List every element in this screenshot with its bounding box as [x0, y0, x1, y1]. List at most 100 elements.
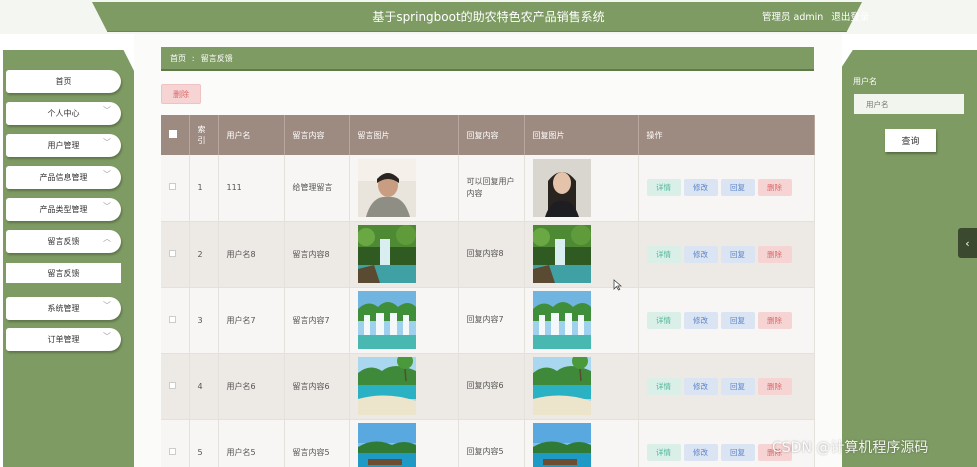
table-header-row: 索 引 用户名 留言内容 留言图片 回复内容 回复图片 操作: [161, 115, 815, 155]
cell-actions: 详情 修改 回复 删除: [638, 353, 815, 420]
reply-image[interactable]: [532, 291, 638, 349]
sidebar-item-label: 首页: [55, 77, 72, 86]
cell-message-image: [349, 353, 459, 420]
delete-button[interactable]: 删除: [757, 311, 792, 329]
sidebar-item-label: 留言反馈: [47, 237, 80, 246]
edit-button[interactable]: 修改: [683, 311, 718, 329]
row-checkbox[interactable]: [169, 183, 176, 191]
row-select-cell[interactable]: [161, 353, 190, 420]
breadcrumb-home[interactable]: 首页: [170, 53, 186, 64]
sidebar-item-label: 系统管理: [47, 304, 80, 313]
row-select-cell[interactable]: [161, 287, 190, 354]
breadcrumb: 首页 ː 留言反馈: [161, 47, 814, 71]
cell-actions: 详情 修改 回复 删除: [638, 287, 815, 354]
row-select-cell[interactable]: [161, 221, 190, 288]
cell-index: 5: [189, 419, 219, 467]
col-header-reply: 回复内容: [458, 115, 525, 155]
cell-message: 留言内容8: [284, 221, 350, 288]
sidebar-item-users[interactable]: 用户管理 ﹀: [6, 134, 121, 157]
col-header-index: 索 引: [189, 115, 219, 155]
edit-button[interactable]: 修改: [683, 245, 718, 263]
message-image[interactable]: [357, 225, 458, 283]
sidebar-item-label: 产品信息管理: [39, 173, 88, 182]
detail-button[interactable]: 详情: [646, 245, 681, 263]
reply-button[interactable]: 回复: [720, 377, 755, 395]
reply-image[interactable]: [532, 225, 638, 283]
edit-button[interactable]: 修改: [683, 377, 718, 395]
row-checkbox[interactable]: [169, 447, 176, 455]
cell-username: 111: [218, 155, 285, 222]
chevron-down-icon: ﹀: [103, 106, 111, 115]
reply-button[interactable]: 回复: [720, 179, 755, 197]
table-row: 4 用户名6 留言内容6 回复内容6 详情 修改 回复 删除: [161, 353, 815, 420]
cell-username: 用户名8: [218, 221, 285, 288]
reply-button[interactable]: 回复: [720, 443, 755, 461]
search-button[interactable]: 查询: [885, 129, 936, 152]
reply-image[interactable]: [532, 158, 638, 217]
sidebar-item-products[interactable]: 产品信息管理 ﹀: [6, 166, 121, 189]
edit-button[interactable]: 修改: [683, 179, 718, 197]
chevron-down-icon: ﹀: [103, 301, 111, 310]
reply-button[interactable]: 回复: [720, 245, 755, 263]
cell-username: 用户名6: [218, 353, 285, 420]
message-image[interactable]: [357, 357, 458, 415]
admin-info: 管理员 admin 退出登录: [762, 9, 874, 23]
sidebar-item-orders[interactable]: 订单管理 ﹀: [6, 328, 121, 351]
delete-button[interactable]: 删除: [757, 377, 792, 395]
sidebar-item-home[interactable]: 首页: [6, 70, 121, 93]
detail-button[interactable]: 详情: [646, 443, 681, 461]
cell-message: 给管理留言: [284, 155, 350, 222]
cell-message-image: [349, 287, 459, 354]
sidebar-item-profile[interactable]: 个人中心 ﹀: [6, 102, 121, 125]
sidebar-subitem-feedback[interactable]: 留言反馈: [6, 263, 121, 283]
col-header-username: 用户名: [218, 115, 285, 155]
search-label: 用户名: [853, 77, 877, 86]
watermark: CSDN @计算机程序源码: [772, 440, 929, 456]
delete-button[interactable]: 删除: [757, 245, 792, 263]
chevron-down-icon: ﹀: [103, 138, 111, 147]
sidebar-item-system[interactable]: 系统管理 ﹀: [6, 297, 121, 320]
cell-message: 留言内容7: [284, 287, 350, 354]
table-row: 5 用户名5 留言内容5 回复内容5 详情 修改 回复 删除: [161, 419, 815, 467]
reply-button[interactable]: 回复: [720, 311, 755, 329]
sidebar-subitem-label: 留言反馈: [47, 268, 80, 278]
logout-link[interactable]: 退出登录: [831, 12, 869, 23]
cell-message-image: [349, 155, 459, 222]
detail-button[interactable]: 详情: [646, 377, 681, 395]
select-all-cell[interactable]: [161, 115, 190, 155]
feedback-table: 索 引 用户名 留言内容 留言图片 回复内容 回复图片 操作 1 111 给管理留言…: [161, 115, 815, 467]
cell-reply: 回复内容6: [458, 353, 525, 420]
col-header-reply-image: 回复图片: [524, 115, 639, 155]
table-row: 3 用户名7 留言内容7 回复内容7 详情 修改 回复 删除: [161, 287, 815, 354]
row-checkbox[interactable]: [169, 315, 176, 323]
message-image[interactable]: [357, 423, 458, 467]
mouse-cursor-icon: [613, 279, 622, 291]
breadcrumb-separator: ː: [192, 53, 195, 63]
bulk-delete-button[interactable]: 删除: [161, 84, 201, 104]
cell-username: 用户名5: [218, 419, 285, 467]
detail-button[interactable]: 详情: [646, 311, 681, 329]
cell-reply: 回复内容5: [458, 419, 525, 467]
row-checkbox[interactable]: [169, 249, 176, 257]
sidebar-item-product-types[interactable]: 产品类型管理 ﹀: [6, 198, 121, 221]
row-select-cell[interactable]: [161, 419, 190, 467]
cell-message: 留言内容5: [284, 419, 350, 467]
cell-message: 留言内容6: [284, 353, 350, 420]
cell-reply-image: [524, 353, 639, 420]
admin-label: 管理员 admin: [762, 12, 824, 23]
sidebar-item-label: 用户管理: [47, 141, 80, 150]
message-image[interactable]: [357, 158, 458, 217]
delete-button[interactable]: 删除: [757, 179, 792, 197]
row-select-cell[interactable]: [161, 155, 190, 222]
edit-button[interactable]: 修改: [683, 443, 718, 461]
row-checkbox[interactable]: [169, 381, 176, 389]
chevron-left-icon[interactable]: ‹: [958, 228, 977, 258]
breadcrumb-current: 留言反馈: [200, 53, 233, 63]
detail-button[interactable]: 详情: [646, 179, 681, 197]
reply-image[interactable]: [532, 357, 638, 415]
reply-image[interactable]: [532, 423, 638, 467]
select-all-checkbox[interactable]: [169, 130, 177, 138]
search-input[interactable]: [854, 94, 964, 114]
sidebar-item-feedback[interactable]: 留言反馈 ︿: [6, 230, 121, 253]
message-image[interactable]: [357, 291, 458, 349]
